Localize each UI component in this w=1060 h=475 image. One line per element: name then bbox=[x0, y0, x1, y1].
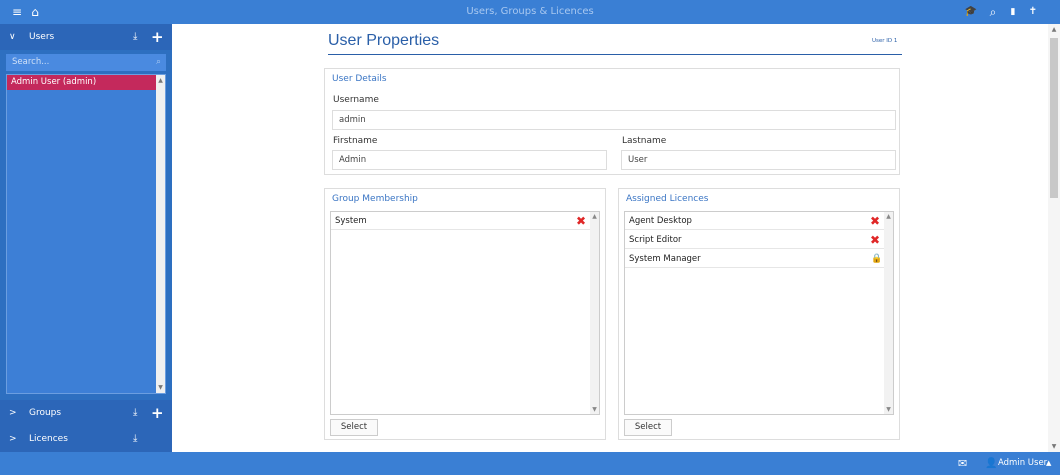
chevron-down-icon: ∨ bbox=[9, 32, 16, 42]
panel-title: User Details bbox=[332, 74, 387, 84]
sidebar-section-users[interactable]: ∨ Users ⤓ + bbox=[0, 24, 172, 50]
search-icon[interactable]: ⌕ bbox=[984, 0, 1002, 24]
mail-icon[interactable]: ✉ bbox=[958, 452, 967, 475]
search-placeholder: Search... bbox=[12, 57, 50, 67]
user-icon[interactable]: 👤 bbox=[985, 452, 997, 475]
list-item-label: System Manager bbox=[629, 254, 701, 264]
licence-list: Agent Desktop ✖ Script Editor ✖ System M… bbox=[624, 211, 894, 415]
scroll-down-icon[interactable]: ▼ bbox=[884, 406, 893, 413]
list-item[interactable]: Agent Desktop ✖ bbox=[625, 212, 885, 230]
username-field[interactable]: admin bbox=[332, 110, 896, 130]
bottom-bar: ✉ 👤 Admin User ▲ bbox=[0, 452, 1060, 475]
list-item[interactable]: System ✖ bbox=[331, 212, 591, 230]
group-membership-panel: Group Membership System ✖ ▲ ▼ Select bbox=[324, 188, 606, 440]
firstname-label: Firstname bbox=[333, 136, 378, 146]
scroll-up-icon[interactable]: ▲ bbox=[156, 77, 165, 84]
list-item[interactable]: Script Editor ✖ bbox=[625, 231, 885, 249]
list-item-label: Script Editor bbox=[629, 235, 682, 245]
add-user-icon[interactable]: + bbox=[151, 24, 164, 50]
top-bar: ≡ ⌂ Users, Groups & Licences 🎓 ⌕ ▮ ✝ bbox=[0, 0, 1060, 24]
scrollbar[interactable]: ▲ ▼ bbox=[156, 75, 165, 393]
list-item[interactable]: Admin User (admin) bbox=[7, 75, 158, 90]
sidebar-section-groups[interactable]: > Groups ⤓ + bbox=[0, 400, 172, 426]
scroll-up-icon[interactable]: ▲ bbox=[884, 213, 893, 220]
assigned-licences-panel: Assigned Licences Agent Desktop ✖ Script… bbox=[618, 188, 900, 440]
select-licence-button[interactable]: Select bbox=[624, 419, 672, 436]
scroll-up-icon[interactable]: ▲ bbox=[1048, 26, 1060, 33]
main-content: User Properties User ID 1 User Details U… bbox=[172, 24, 1048, 452]
chevron-right-icon: > bbox=[9, 434, 17, 444]
app-title: Users, Groups & Licences bbox=[466, 6, 594, 17]
firstname-field[interactable]: Admin bbox=[332, 150, 607, 170]
scroll-down-icon[interactable]: ▼ bbox=[590, 406, 599, 413]
list-item-label: System bbox=[335, 216, 367, 226]
download-icon[interactable]: ⤓ bbox=[133, 400, 137, 426]
remove-icon[interactable]: ✖ bbox=[870, 231, 880, 249]
page-title: User Properties bbox=[328, 32, 440, 49]
current-user-name[interactable]: Admin User bbox=[998, 452, 1047, 475]
username-label: Username bbox=[333, 95, 379, 105]
user-details-panel: User Details Username admin Firstname Ad… bbox=[324, 68, 900, 175]
user-list: Admin User (admin) ▲ ▼ bbox=[6, 74, 166, 394]
panel-title: Assigned Licences bbox=[626, 194, 709, 204]
pin-icon[interactable]: ✝ bbox=[1024, 0, 1042, 24]
sidebar-section-licences[interactable]: > Licences ⤓ bbox=[0, 426, 172, 452]
select-group-button[interactable]: Select bbox=[330, 419, 378, 436]
lock-icon: 🔒 bbox=[871, 254, 883, 264]
group-list: System ✖ ▲ ▼ bbox=[330, 211, 600, 415]
lastname-field[interactable]: User bbox=[621, 150, 896, 170]
search-icon: ⌕ bbox=[155, 57, 161, 67]
sidebar-section-label: Licences bbox=[29, 434, 68, 444]
list-item[interactable]: System Manager 🔒 bbox=[625, 250, 885, 268]
list-item-label: Agent Desktop bbox=[629, 216, 692, 226]
scrollbar[interactable]: ▲ ▼ bbox=[884, 212, 893, 414]
lastname-label: Lastname bbox=[622, 136, 667, 146]
scrollbar[interactable]: ▲ ▼ bbox=[590, 212, 599, 414]
sidebar-section-label: Users bbox=[29, 32, 55, 42]
scroll-down-icon[interactable]: ▼ bbox=[1048, 443, 1060, 450]
scroll-down-icon[interactable]: ▼ bbox=[156, 384, 165, 391]
graduation-cap-icon[interactable]: 🎓 bbox=[962, 0, 980, 24]
download-icon[interactable]: ⤓ bbox=[133, 24, 137, 50]
remove-icon[interactable]: ✖ bbox=[576, 212, 586, 230]
add-group-icon[interactable]: + bbox=[151, 400, 164, 426]
bookmark-icon[interactable]: ▮ bbox=[1004, 0, 1022, 24]
scrollbar-thumb[interactable] bbox=[1050, 38, 1058, 198]
chevron-right-icon: > bbox=[9, 408, 17, 418]
download-icon[interactable]: ⤓ bbox=[133, 426, 137, 452]
panel-title: Group Membership bbox=[332, 194, 418, 204]
sidebar-section-label: Groups bbox=[29, 408, 62, 418]
remove-icon[interactable]: ✖ bbox=[870, 212, 880, 230]
title-divider bbox=[328, 54, 902, 55]
sidebar-search-input[interactable]: Search... ⌕ bbox=[6, 54, 166, 71]
sidebar: ∨ Users ⤓ + Search... ⌕ Admin User (admi… bbox=[0, 24, 172, 452]
user-id-label: User ID 1 bbox=[872, 38, 898, 44]
chevron-up-icon[interactable]: ▲ bbox=[1046, 452, 1051, 475]
scroll-up-icon[interactable]: ▲ bbox=[590, 213, 599, 220]
page-scrollbar[interactable]: ▲ ▼ bbox=[1048, 24, 1060, 452]
